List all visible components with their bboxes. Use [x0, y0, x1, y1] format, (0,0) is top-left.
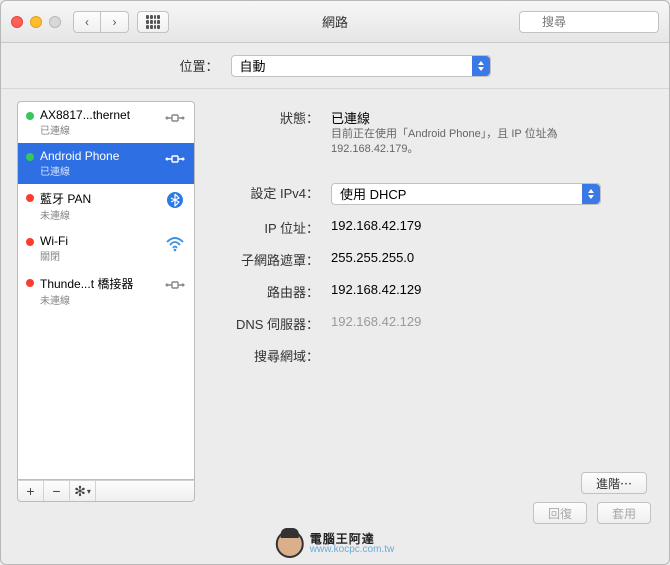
zoom-icon[interactable]	[49, 16, 61, 28]
back-button[interactable]: ‹	[73, 11, 101, 33]
chevron-updown-icon	[582, 184, 600, 204]
watermark-avatar-icon	[276, 530, 304, 558]
status-dot-icon	[26, 238, 34, 246]
service-name: Thunde...t 橋接器	[40, 275, 158, 292]
status-dot-icon	[26, 112, 34, 120]
ipv4-select[interactable]: 使用 DHCP	[331, 183, 601, 205]
nav-back-forward: ‹ ›	[73, 11, 129, 33]
location-row: 位置： 自動	[1, 43, 669, 89]
service-name: Wi-Fi	[40, 234, 158, 248]
ipv4-value: 使用 DHCP	[340, 184, 406, 203]
ip-label: IP 位址：	[209, 215, 331, 237]
apply-button[interactable]: 套用	[597, 502, 651, 524]
minimize-icon[interactable]	[30, 16, 42, 28]
service-name: AX8817...thernet	[40, 108, 158, 122]
search-domain-value	[331, 343, 647, 346]
chevron-updown-icon	[472, 56, 490, 76]
service-status: 已連線	[40, 163, 158, 178]
ethernet-icon	[164, 151, 186, 167]
ip-value: 192.168.42.179	[331, 215, 647, 233]
service-item-bluetooth[interactable]: 藍牙 PAN 未連線	[18, 184, 194, 228]
router-value: 192.168.42.129	[331, 279, 647, 297]
advanced-button[interactable]: 進階⋯	[581, 472, 647, 494]
footer: 進階⋯ 電腦王阿達 www.kocpc.com.tw 回復 套用	[1, 502, 669, 564]
service-item-ax8817[interactable]: AX8817...thernet 已連線	[18, 102, 194, 143]
service-name: 藍牙 PAN	[40, 190, 158, 207]
ethernet-icon	[164, 277, 186, 293]
revert-button[interactable]: 回復	[533, 502, 587, 524]
search-input[interactable]	[519, 11, 659, 33]
service-sidebar: AX8817...thernet 已連線 Android Phone 已連線	[17, 101, 195, 502]
service-status: 未連線	[40, 292, 158, 307]
service-status: 已連線	[40, 122, 158, 137]
titlebar: ‹ › 網路	[1, 1, 669, 43]
service-list: AX8817...thernet 已連線 Android Phone 已連線	[17, 101, 195, 480]
service-status: 關閉	[40, 248, 158, 263]
service-item-thunderbolt[interactable]: Thunde...t 橋接器 未連線	[18, 269, 194, 313]
dns-value: 192.168.42.129	[331, 311, 647, 329]
search-domain-label: 搜尋網域：	[209, 343, 331, 365]
sidebar-toolbar: + − ✻	[17, 480, 195, 502]
add-service-button[interactable]: +	[18, 481, 44, 501]
grid-icon	[146, 15, 160, 29]
status-value: 已連線	[331, 108, 647, 127]
detail-panel: 狀態： 已連線 目前正在使用「Android Phone」，且 IP 位址為 1…	[209, 101, 653, 502]
service-status: 未連線	[40, 207, 158, 222]
location-value: 自動	[240, 56, 266, 75]
close-icon[interactable]	[11, 16, 23, 28]
status-dot-icon	[26, 153, 34, 161]
ethernet-icon	[164, 110, 186, 126]
status-dot-icon	[26, 194, 34, 202]
show-all-button[interactable]	[137, 11, 169, 33]
remove-service-button[interactable]: −	[44, 481, 70, 501]
mask-value: 255.255.255.0	[331, 247, 647, 265]
traffic-lights	[11, 16, 61, 28]
wifi-icon	[164, 236, 186, 252]
status-description: 目前正在使用「Android Phone」，且 IP 位址為 192.168.4…	[331, 127, 601, 158]
location-label: 位置：	[179, 56, 218, 75]
gear-menu-button[interactable]: ✻	[70, 481, 96, 501]
watermark: 電腦王阿達 www.kocpc.com.tw	[276, 530, 394, 558]
location-select[interactable]: 自動	[231, 55, 491, 77]
dns-label: DNS 伺服器：	[209, 311, 331, 333]
bluetooth-icon	[164, 192, 186, 208]
router-label: 路由器：	[209, 279, 331, 301]
mask-label: 子網路遮罩：	[209, 247, 331, 269]
status-label: 狀態：	[209, 105, 331, 127]
service-item-wifi[interactable]: Wi-Fi 關閉	[18, 228, 194, 269]
ipv4-label: 設定 IPv4：	[209, 180, 331, 202]
service-item-android[interactable]: Android Phone 已連線	[18, 143, 194, 184]
forward-button[interactable]: ›	[101, 11, 129, 33]
watermark-url: www.kocpc.com.tw	[310, 545, 394, 555]
service-name: Android Phone	[40, 149, 158, 163]
status-dot-icon	[26, 279, 34, 287]
